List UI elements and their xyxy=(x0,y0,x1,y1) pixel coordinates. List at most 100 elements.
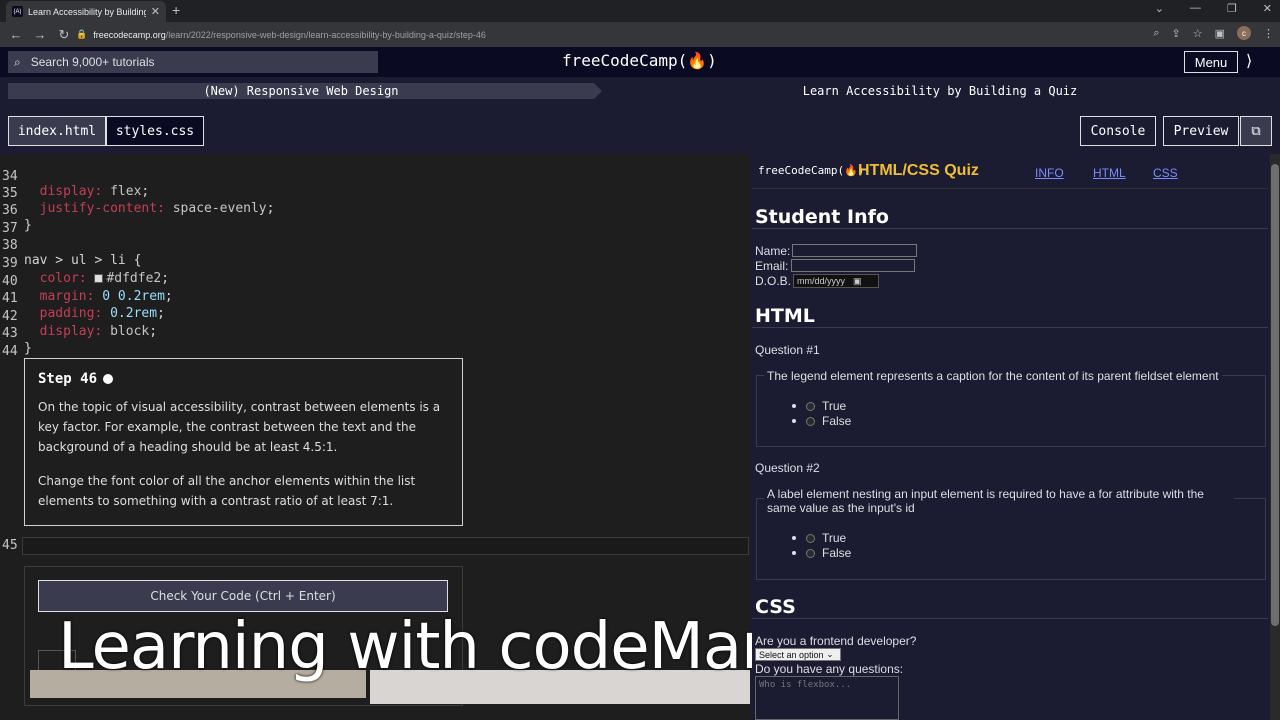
code-line: 38 nav > ul > li { xyxy=(2,238,142,268)
search-bar[interactable]: ⌕ Search 9,000+ tutorials xyxy=(8,51,378,73)
editable-region[interactable] xyxy=(22,537,749,555)
breadcrumb: (New) Responsive Web Design Learn Access… xyxy=(0,77,1280,106)
forward-icon[interactable]: → xyxy=(28,27,52,42)
css-heading: CSS xyxy=(755,596,796,618)
code-line: 41 padding: 0.2rem; xyxy=(2,291,165,321)
radio-button[interactable] xyxy=(806,533,815,543)
code-line: 37 xyxy=(2,221,18,236)
radio-button[interactable] xyxy=(806,548,815,558)
fcc-navbar: ⌕ Search 9,000+ tutorials freeCodeCamp(🔥… xyxy=(0,47,1280,77)
back-icon[interactable]: ← xyxy=(4,27,28,42)
preview-header: freeCodeCamp(🔥) HTML/CSS Quiz INFO HTML … xyxy=(752,154,1268,189)
q1-option-false[interactable]: False xyxy=(792,414,851,428)
nav-link-css[interactable]: CSS xyxy=(1153,166,1178,180)
url-path: /learn/2022/responsive-web-design/learn-… xyxy=(165,29,486,40)
tab-search-icon[interactable]: ⌄ xyxy=(1155,2,1164,15)
window-controls: ⌄ — ❐ ✕ xyxy=(1155,2,1272,15)
url-field[interactable]: 🔒 freecodecamp.org/learn/2022/responsive… xyxy=(76,25,1166,44)
question-1-legend: The legend element represents a caption … xyxy=(764,369,1222,383)
nav-link-html[interactable]: HTML xyxy=(1093,166,1126,180)
divider xyxy=(752,327,1268,328)
breadcrumb-block[interactable]: Learn Accessibility by Building a Quiz xyxy=(600,83,1280,99)
editor-toolbar: index.html styles.css Console Preview ⧉ xyxy=(0,106,1280,154)
questions-label: Do you have any questions: xyxy=(755,662,904,676)
nav-link-info[interactable]: INFO xyxy=(1035,166,1064,180)
q2-option-true[interactable]: True xyxy=(792,531,846,545)
frontend-select[interactable]: Select an option ⌄ xyxy=(755,648,841,661)
url-host: freecodecamp.org xyxy=(93,29,166,40)
q2-option-false[interactable]: False xyxy=(792,546,851,560)
questions-textarea[interactable]: Who is flexbox... xyxy=(755,676,899,720)
code-line: 35 justify-content: space-evenly; xyxy=(2,186,275,216)
browser-toolbar-right: ⌕ ⇪ ☆ ▣ c ⋮ xyxy=(1153,26,1274,40)
email-label: Email: xyxy=(755,259,789,273)
fcc-favicon-icon: (A) xyxy=(12,6,23,17)
minimize-icon[interactable]: — xyxy=(1190,2,1201,15)
question-1-label: Question #1 xyxy=(755,343,820,357)
radio-button[interactable] xyxy=(806,401,815,411)
fcc-logo[interactable]: freeCodeCamp(🔥) xyxy=(562,51,717,70)
radio-button[interactable] xyxy=(806,416,815,426)
student-info-heading: Student Info xyxy=(755,206,889,228)
reload-icon[interactable]: ↻ xyxy=(52,27,76,43)
bookmark-star-icon[interactable]: ☆ xyxy=(1193,27,1203,40)
dob-input[interactable]: mm/dd/yyyy ▣ xyxy=(793,274,879,288)
code-line: 42 display: block; xyxy=(2,309,158,339)
step-status-dot xyxy=(103,374,114,384)
tab-index-html[interactable]: index.html xyxy=(8,116,106,146)
code-line: 44 xyxy=(2,344,18,359)
q1-option-true[interactable]: True xyxy=(792,399,846,413)
preview-logo: freeCodeCamp(🔥) xyxy=(758,164,865,177)
close-window-icon[interactable]: ✕ xyxy=(1263,2,1272,15)
nav-edge-icon[interactable]: ⟩ xyxy=(1246,51,1252,71)
browser-tab-bar: (A) Learn Accessibility by Building a Q … xyxy=(0,0,1280,22)
code-line: 39 color: #dfdfe2; xyxy=(2,256,170,286)
step-paragraph: Change the font color of all the anchor … xyxy=(38,474,416,508)
restore-icon[interactable]: ❐ xyxy=(1227,2,1237,15)
question-2-legend: A label element nesting an input element… xyxy=(764,487,1234,515)
browser-address-bar: ← → ↻ 🔒 freecodecamp.org/learn/2022/resp… xyxy=(0,22,1280,47)
preview-pane[interactable]: freeCodeCamp(🔥) HTML/CSS Quiz INFO HTML … xyxy=(752,154,1268,720)
frontend-question-label: Are you a frontend developer? xyxy=(755,634,917,648)
breadcrumb-superblock[interactable]: (New) Responsive Web Design xyxy=(8,83,594,99)
code-line: 40 margin: 0 0.2rem; xyxy=(2,274,173,304)
calendar-icon[interactable]: ▣ xyxy=(853,276,862,287)
step-instructions: Step 46 On the topic of visual accessibi… xyxy=(24,358,463,526)
zoom-icon[interactable]: ⌕ xyxy=(1153,27,1159,40)
new-tab-button[interactable]: + xyxy=(172,2,180,18)
step-title: Step 46 xyxy=(38,371,449,387)
popout-preview-icon[interactable]: ⧉ xyxy=(1240,116,1272,146)
preview-title: HTML/CSS Quiz xyxy=(858,162,979,179)
code-line: 43 } xyxy=(2,326,32,356)
console-button[interactable]: Console xyxy=(1080,116,1156,146)
browser-menu-icon[interactable]: ⋮ xyxy=(1263,27,1274,40)
code-editor[interactable]: 34 display: flex; 35 justify-content: sp… xyxy=(0,154,821,720)
profile-avatar[interactable]: c xyxy=(1237,26,1251,40)
close-tab-icon[interactable]: ✕ xyxy=(151,5,160,18)
browser-tab[interactable]: (A) Learn Accessibility by Building a Q … xyxy=(6,1,166,22)
divider xyxy=(752,228,1268,229)
chevron-down-icon: ⌄ xyxy=(826,649,834,659)
code-line: 36 } xyxy=(2,203,32,233)
check-code-button[interactable]: Check Your Code (Ctrl + Enter) xyxy=(38,580,448,612)
dob-label: D.O.B. xyxy=(755,274,792,288)
html-heading: HTML xyxy=(755,305,815,327)
browser-tab-title: Learn Accessibility by Building a Q xyxy=(28,6,146,17)
search-input[interactable]: Search 9,000+ tutorials xyxy=(31,55,155,69)
name-input[interactable] xyxy=(792,244,917,257)
menu-button[interactable]: Menu xyxy=(1184,51,1238,73)
preview-scrollbar-thumb[interactable] xyxy=(1271,164,1279,626)
editable-code-line[interactable]: 45 xyxy=(0,537,750,555)
name-label: Name: xyxy=(755,244,791,258)
email-input[interactable] xyxy=(791,259,915,272)
video-caption: Learning with codeManS xyxy=(58,610,821,684)
share-icon[interactable]: ⇪ xyxy=(1172,27,1181,40)
question-2-label: Question #2 xyxy=(755,461,820,475)
lock-icon: 🔒 xyxy=(76,29,88,39)
search-icon: ⌕ xyxy=(14,54,21,69)
side-panel-icon[interactable]: ▣ xyxy=(1215,27,1225,40)
preview-button[interactable]: Preview xyxy=(1163,116,1239,146)
code-line: 34 display: flex; xyxy=(2,169,150,199)
tab-styles-css[interactable]: styles.css xyxy=(106,116,204,146)
step-paragraph: On the topic of visual accessibility, co… xyxy=(38,400,441,454)
